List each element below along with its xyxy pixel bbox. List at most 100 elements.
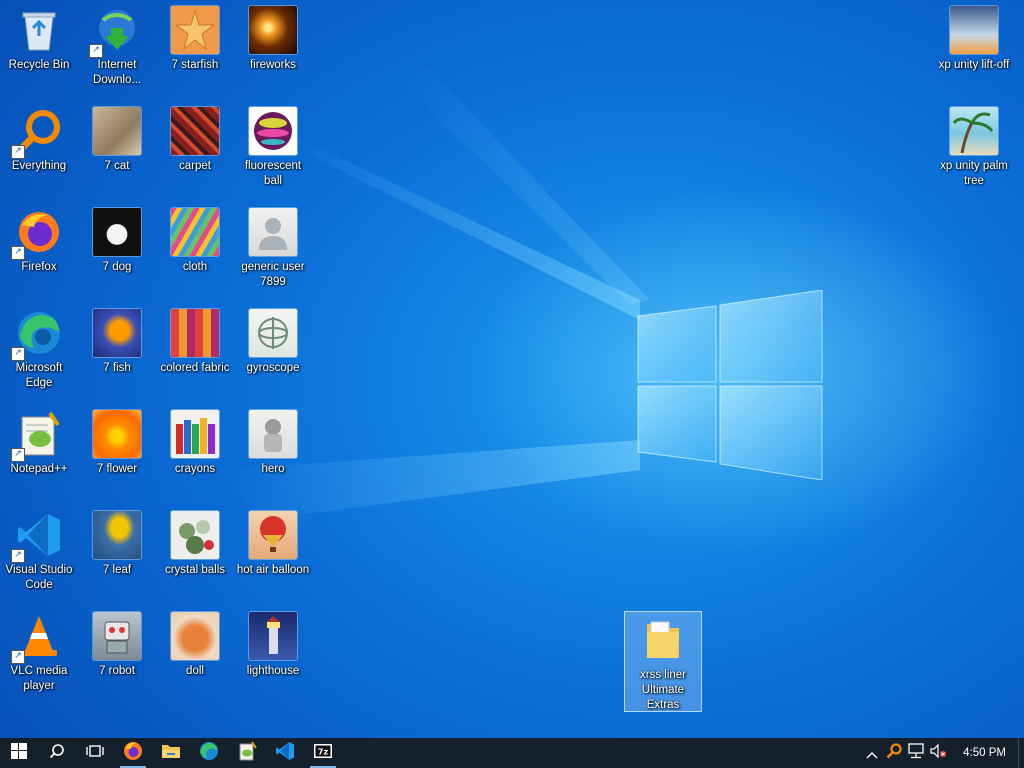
desktop-icon-xp-unity-lift-off[interactable]: xp unity lift-off xyxy=(936,6,1012,73)
desktop-icon-label: hot air balloon xyxy=(236,564,310,576)
desktop-icon-7-leaf[interactable]: 7 leaf xyxy=(79,511,155,578)
generic-user-image-icon xyxy=(249,208,297,256)
taskbar-edge[interactable] xyxy=(190,738,228,768)
taskbar-clock[interactable]: 4:50 PM xyxy=(949,747,1018,759)
desktop-icon-gyroscope[interactable]: gyroscope xyxy=(235,309,311,376)
desktop-icon-7-fish[interactable]: 7 fish xyxy=(79,309,155,376)
desktop-icon-xrss-liner-folder[interactable]: xrss liner Ultimate Extras xyxy=(624,611,702,712)
notepad-plus-plus-icon xyxy=(237,741,257,765)
tray-volume[interactable] xyxy=(927,738,949,768)
desktop-icon-7-cat[interactable]: 7 cat xyxy=(79,107,155,174)
show-desktop-button[interactable] xyxy=(1018,738,1024,768)
flower-image-icon xyxy=(93,410,141,458)
taskbar-7zip[interactable]: 7z xyxy=(304,738,342,768)
desktop-icon-firefox[interactable]: ↗ Firefox xyxy=(1,208,77,275)
taskbar-firefox[interactable] xyxy=(114,738,152,768)
desktop-icon-label: Everything xyxy=(11,160,67,172)
colored-fabric-image-icon xyxy=(171,309,219,357)
hero-image-icon xyxy=(249,410,297,458)
crayons-image-icon xyxy=(171,410,219,458)
desktop-icon-lighthouse[interactable]: lighthouse xyxy=(235,612,311,679)
desktop-icon-label: Internet Downlo... xyxy=(93,59,141,86)
desktop-icon-7-dog[interactable]: 7 dog xyxy=(79,208,155,275)
robot-image-icon xyxy=(93,612,141,660)
vscode-icon: ↗ xyxy=(11,511,63,563)
search-icon xyxy=(49,743,65,763)
internet-download-manager-icon: ↗ xyxy=(89,6,141,58)
desktop-icon-microsoft-edge[interactable]: ↗ Microsoft Edge xyxy=(1,309,77,391)
dog-image-icon xyxy=(93,208,141,256)
desktop-icon-label: crystal balls xyxy=(164,564,226,576)
desktop-icon-generic-user-7899[interactable]: generic user 7899 xyxy=(235,208,311,290)
shortcut-arrow-icon: ↗ xyxy=(11,145,25,159)
desktop-icon-doll[interactable]: doll xyxy=(157,612,233,679)
shortcut-arrow-icon: ↗ xyxy=(11,650,25,664)
desktop-icon-cloth[interactable]: cloth xyxy=(157,208,233,275)
desktop-icon-label: lighthouse xyxy=(246,665,300,677)
taskbar-file-explorer[interactable] xyxy=(152,738,190,768)
desktop-icon-label: cloth xyxy=(182,261,208,273)
doll-image-icon xyxy=(171,612,219,660)
desktop-icon-label: xp unity palm tree xyxy=(940,160,1008,187)
fish-image-icon xyxy=(93,309,141,357)
folder-icon xyxy=(639,616,687,664)
desktop-icon-label: 7 starfish xyxy=(171,59,219,71)
system-tray: 4:50 PM xyxy=(861,738,1024,768)
task-view-button[interactable] xyxy=(76,738,114,768)
file-explorer-icon xyxy=(161,742,181,764)
start-button[interactable] xyxy=(0,738,38,768)
shortcut-arrow-icon: ↗ xyxy=(11,347,25,361)
cloth-image-icon xyxy=(171,208,219,256)
desktop-icon-label: hero xyxy=(261,463,285,475)
desktop-icon-hot-air-balloon[interactable]: hot air balloon xyxy=(235,511,311,578)
desktop-icon-label: fireworks xyxy=(249,59,296,71)
tray-everything[interactable] xyxy=(883,738,905,768)
shortcut-arrow-icon: ↗ xyxy=(11,246,25,260)
desktop-icon-hero[interactable]: hero xyxy=(235,410,311,477)
desktop-icon-label: 7 flower xyxy=(96,463,138,475)
desktop-icon-xp-unity-palm-tree[interactable]: xp unity palm tree xyxy=(936,107,1012,189)
recycle-bin-icon xyxy=(15,6,63,54)
taskbar-notepad-plus-plus[interactable] xyxy=(228,738,266,768)
fluorescent-ball-image-icon xyxy=(249,107,297,155)
lift-off-image-icon xyxy=(950,6,998,54)
desktop-icon-label: Notepad++ xyxy=(10,463,68,475)
svg-text:7z: 7z xyxy=(318,748,329,757)
taskbar: 7z 4:50 PM xyxy=(0,738,1024,768)
desktop-icon-7-flower[interactable]: 7 flower xyxy=(79,410,155,477)
desktop-icon-fluorescent-ball[interactable]: fluorescent ball xyxy=(235,107,311,189)
desktop-icon-label: gyroscope xyxy=(246,362,300,374)
crystal-balls-image-icon xyxy=(171,511,219,559)
desktop-icon-colored-fabric[interactable]: colored fabric xyxy=(157,309,233,376)
everything-search-icon: ↗ xyxy=(11,107,63,159)
taskbar-vscode[interactable] xyxy=(266,738,304,768)
desktop-icon-internet-download-manager[interactable]: ↗ Internet Downlo... xyxy=(79,6,155,88)
edge-icon: ↗ xyxy=(11,309,63,361)
fireworks-image-icon xyxy=(249,6,297,54)
task-view-icon xyxy=(86,743,104,763)
desktop-icon-fireworks[interactable]: fireworks xyxy=(235,6,311,73)
chevron-up-icon xyxy=(866,744,878,763)
show-hidden-icons-button[interactable] xyxy=(861,738,883,768)
desktop-icon-label: Recycle Bin xyxy=(8,59,70,71)
tray-network[interactable] xyxy=(905,738,927,768)
desktop-icon-7-starfish[interactable]: 7 starfish xyxy=(157,6,233,73)
vlc-icon: ↗ xyxy=(11,612,63,664)
search-button[interactable] xyxy=(38,738,76,768)
desktop-icon-7-robot[interactable]: 7 robot xyxy=(79,612,155,679)
desktop-icon-crayons[interactable]: crayons xyxy=(157,410,233,477)
starfish-image-icon xyxy=(171,6,219,54)
shortcut-arrow-icon: ↗ xyxy=(11,549,25,563)
desktop-icon-label: carpet xyxy=(179,160,211,172)
desktop-icon-recycle-bin[interactable]: Recycle Bin xyxy=(1,6,77,73)
desktop-icon-everything[interactable]: ↗ Everything xyxy=(1,107,77,174)
desktop-icon-carpet[interactable]: carpet xyxy=(157,107,233,174)
desktop-icon-crystal-balls[interactable]: crystal balls xyxy=(157,511,233,578)
firefox-icon: ↗ xyxy=(11,208,63,260)
desktop-icon-visual-studio-code[interactable]: ↗ Visual Studio Code xyxy=(1,511,77,593)
desktop-icon-notepad-plus-plus[interactable]: ↗ Notepad++ xyxy=(1,410,77,477)
desktop-icon-vlc[interactable]: ↗ VLC media player xyxy=(1,612,77,694)
gyroscope-image-icon xyxy=(249,309,297,357)
desktop-icon-label: 7 dog xyxy=(102,261,132,273)
desktop-icon-label: generic user 7899 xyxy=(241,261,305,288)
